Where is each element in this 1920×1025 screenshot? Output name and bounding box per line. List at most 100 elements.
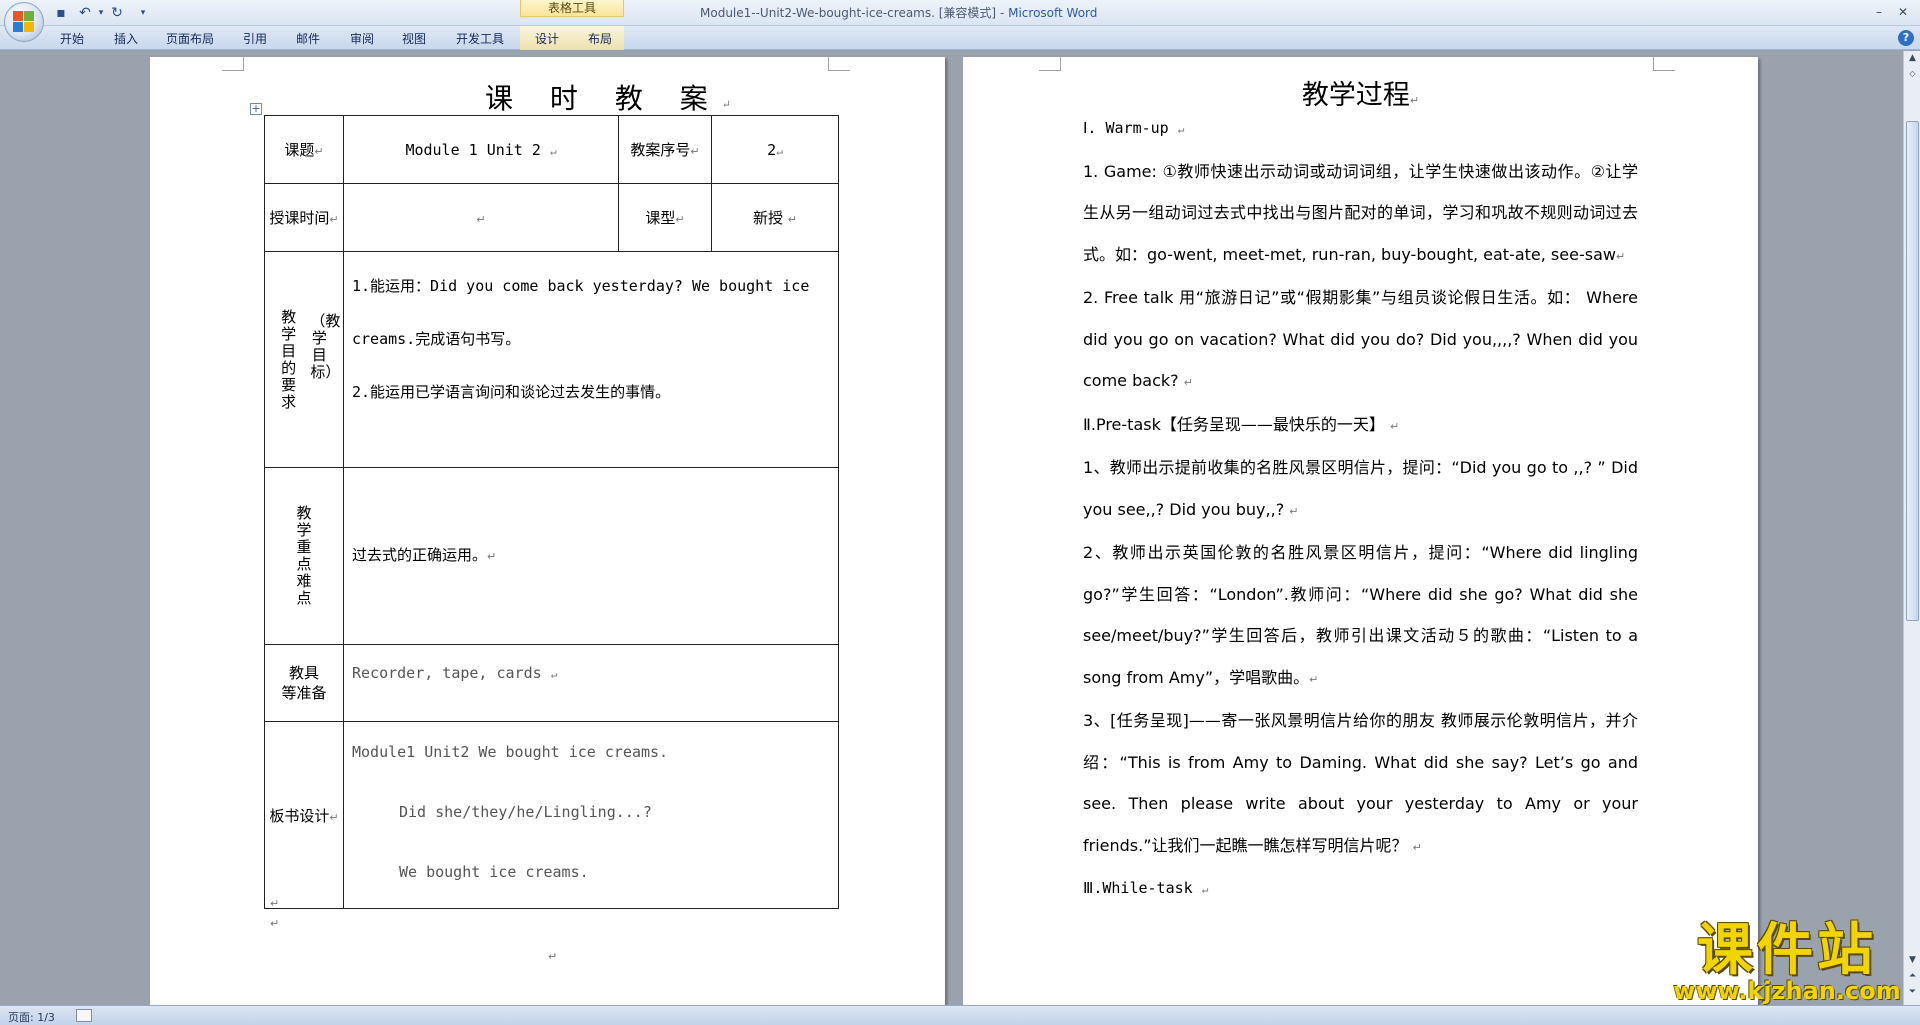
tab-home[interactable]: 开始 bbox=[60, 30, 84, 47]
paragraph-mark: ↵ bbox=[787, 213, 797, 226]
tab-review[interactable]: 审阅 bbox=[350, 30, 374, 47]
objectives-sublabel: （教学目标） bbox=[310, 311, 341, 381]
tab-developer[interactable]: 开发工具 bbox=[456, 30, 504, 47]
teaching-process-body[interactable]: Ⅰ. Warm-up ↵ 1. Game: ①教师快速出示动词或动词词组，让学生… bbox=[1083, 108, 1638, 911]
document-name: Module1--Unit2-We-bought-ice-creams. [兼容… bbox=[700, 6, 997, 20]
help-icon[interactable]: ? bbox=[1898, 30, 1914, 46]
crop-mark bbox=[1039, 55, 1061, 71]
tab-page-layout[interactable]: 页面布局 bbox=[166, 30, 214, 47]
crop-mark bbox=[1653, 55, 1675, 71]
materials-content-cell[interactable]: Recorder, tape, cards ↵ bbox=[343, 644, 839, 722]
table-row: 授课时间↵ ↵ 课型↵ 新授 ↵ bbox=[264, 183, 839, 252]
watermark-url: www.kjzhan.com bbox=[1673, 977, 1901, 1005]
vertical-scrollbar[interactable]: ▲ ◇ ▼ ⏶ ⏷ bbox=[1903, 51, 1920, 1005]
paragraph-free-talk: 2. Free talk 用“旅游日记”或“假期影集”与组员谈论假日生活。如： … bbox=[1083, 277, 1638, 404]
paragraph-text: 2. Free talk 用“旅游日记”或“假期影集”与组员谈论假日生活。如： … bbox=[1083, 288, 1638, 390]
tab-insert[interactable]: 插入 bbox=[114, 30, 138, 47]
page-count-status[interactable]: 页面: 1/3 bbox=[8, 1009, 55, 1025]
title-separator: - bbox=[999, 6, 1009, 20]
topic-label-cell[interactable]: 课题↵ bbox=[264, 115, 344, 184]
paragraph-mark: ↵ bbox=[1201, 883, 1209, 896]
ruler-toggle-icon[interactable]: ◇ bbox=[1906, 69, 1919, 83]
paragraph-mark: ↵ bbox=[548, 950, 558, 963]
page-2[interactable]: 教学过程↵ Ⅰ. Warm-up ↵ 1. Game: ①教师快速出示动词或动词… bbox=[963, 55, 1758, 1005]
paragraph-mark: ↵ bbox=[1309, 672, 1319, 686]
paragraph-text: 1、教师出示提前收集的名胜风景区明信片，提问：“Did you go to ,,… bbox=[1083, 458, 1638, 519]
paragraph-mark: ↵ bbox=[1183, 376, 1193, 389]
materials-label-cell[interactable]: 教具 等准备 bbox=[264, 644, 344, 722]
paragraph-mark: ↵ bbox=[270, 917, 280, 930]
materials-label-line-1: 教具 bbox=[288, 664, 319, 682]
plan-number-label: 教案序号 bbox=[630, 141, 691, 159]
key-points-label-cell[interactable]: 教学重点难点 bbox=[264, 467, 344, 645]
lesson-type-value: 新授 bbox=[752, 209, 783, 227]
lesson-type-label: 课型 bbox=[645, 209, 676, 227]
scroll-down-icon[interactable]: ▼ bbox=[1906, 955, 1919, 969]
previous-page-icon[interactable]: ⏶ bbox=[1906, 971, 1919, 985]
paragraph-text: 2、教师出示英国伦敦的名胜风景区明信片，提问：“Where did lingli… bbox=[1083, 543, 1638, 687]
paragraph-while-task: Ⅲ.While-task ↵ bbox=[1083, 868, 1638, 911]
tab-view[interactable]: 视图 bbox=[402, 30, 426, 47]
paragraph-mark: ↵ bbox=[1409, 94, 1420, 107]
redo-icon[interactable]: ↻ bbox=[108, 4, 126, 22]
time-value-cell[interactable]: ↵ bbox=[343, 183, 619, 252]
table-row: 课题↵ Module 1 Unit 2 ↵ 教案序号↵ 2↵ bbox=[264, 115, 839, 184]
plan-number-value-cell[interactable]: 2↵ bbox=[711, 115, 839, 184]
office-button[interactable] bbox=[4, 2, 44, 42]
paragraph-mark: ↵ bbox=[690, 145, 700, 158]
lesson-type-label-cell[interactable]: 课型↵ bbox=[618, 183, 712, 252]
scroll-up-icon[interactable]: ▲ bbox=[1906, 53, 1919, 67]
board-line-2: Did she/they/he/Lingling...? bbox=[399, 803, 652, 821]
plan-number-label-cell[interactable]: 教案序号↵ bbox=[618, 115, 712, 184]
topic-value-cell[interactable]: Module 1 Unit 2 ↵ bbox=[343, 115, 619, 184]
watermark-title: 课件站 bbox=[1697, 918, 1877, 983]
proofing-status-icon[interactable] bbox=[76, 1009, 92, 1022]
paragraph-task-presentation: 3、[任务呈现]——寄一张风景明信片给你的朋友 教师展示伦敦明信片，并介绍：“T… bbox=[1083, 700, 1638, 868]
paragraph-mark: ↵ bbox=[1389, 419, 1400, 433]
table-row: 教具 等准备 Recorder, tape, cards ↵ bbox=[264, 644, 839, 722]
minimize-button[interactable]: – bbox=[1866, 3, 1892, 21]
crop-mark bbox=[222, 55, 244, 71]
table-row: 教学目的要求 （教学目标） 1.能运用：Did you come back ye… bbox=[264, 251, 839, 468]
materials-label-line-2: 等准备 bbox=[281, 684, 327, 702]
paragraph-mark: ↵ bbox=[487, 550, 497, 563]
plan-number-value: 2 bbox=[767, 140, 777, 159]
tab-references[interactable]: 引用 bbox=[243, 30, 267, 47]
lesson-plan-title-text: 课 时 教 案 bbox=[485, 82, 722, 115]
paragraph-text: Ⅲ.While-task bbox=[1083, 879, 1193, 897]
paragraph-mark: ↵ bbox=[776, 144, 783, 158]
next-page-icon[interactable]: ⏷ bbox=[1906, 987, 1919, 1001]
objective-line-3: 2.能运用已学语言询问和谈论过去发生的事情。 bbox=[352, 383, 671, 401]
close-button[interactable]: ✕ bbox=[1890, 3, 1916, 21]
lesson-plan-table[interactable]: 课题↵ Module 1 Unit 2 ↵ 教案序号↵ 2↵ 授课时间↵ ↵ 课… bbox=[264, 115, 839, 909]
board-design-content-cell[interactable]: Module1 Unit2 We bought ice creams. Did … bbox=[343, 721, 839, 909]
board-design-label-cell[interactable]: 板书设计↵ bbox=[264, 721, 344, 909]
paragraph-mark: ↵ bbox=[1412, 840, 1422, 854]
scroll-thumb[interactable] bbox=[1906, 121, 1919, 621]
save-icon[interactable]: ▪ bbox=[52, 4, 70, 22]
lesson-type-value-cell[interactable]: 新授 ↵ bbox=[711, 183, 839, 252]
customize-toolbar-icon[interactable]: ▾ bbox=[134, 4, 152, 22]
objective-line-2: creams.完成语句书写。 bbox=[352, 330, 521, 348]
app-name: Microsoft Word bbox=[1008, 6, 1098, 20]
ribbon-tabs: 开始 插入 页面布局 引用 邮件 审阅 视图 开发工具 设计 布局 ? bbox=[0, 26, 1920, 50]
key-points-content-cell[interactable]: 过去式的正确运用。↵ bbox=[343, 467, 839, 645]
table-row: 教学重点难点 过去式的正确运用。↵ bbox=[264, 467, 839, 645]
status-bar: 页面: 1/3 bbox=[0, 1005, 1920, 1025]
objectives-label: 教学目的要求 bbox=[281, 307, 297, 411]
key-points-label: 教学重点难点 bbox=[296, 504, 312, 607]
time-label-cell[interactable]: 授课时间↵ bbox=[264, 183, 344, 252]
objectives-label-cell[interactable]: 教学目的要求 （教学目标） bbox=[264, 251, 344, 468]
tab-layout[interactable]: 布局 bbox=[588, 30, 612, 47]
objectives-content-cell[interactable]: 1.能运用：Did you come back yesterday? We bo… bbox=[343, 251, 839, 468]
tab-mailings[interactable]: 邮件 bbox=[296, 30, 320, 47]
paragraph-mark: ↵ bbox=[1177, 123, 1185, 136]
lesson-plan-title: 课 时 教 案↵ bbox=[415, 77, 815, 117]
topic-value: Module 1 Unit 2 bbox=[405, 140, 541, 159]
paragraph-mark: ↵ bbox=[675, 213, 685, 226]
office-logo-icon bbox=[13, 11, 35, 33]
paragraph-mark: ↵ bbox=[1289, 504, 1299, 518]
table-move-handle-icon[interactable]: + bbox=[250, 103, 262, 115]
page-1[interactable]: 课 时 教 案↵ + 课题↵ Module 1 Unit 2 ↵ 教案序号↵ 2… bbox=[150, 55, 945, 1005]
tab-design[interactable]: 设计 bbox=[535, 30, 559, 47]
